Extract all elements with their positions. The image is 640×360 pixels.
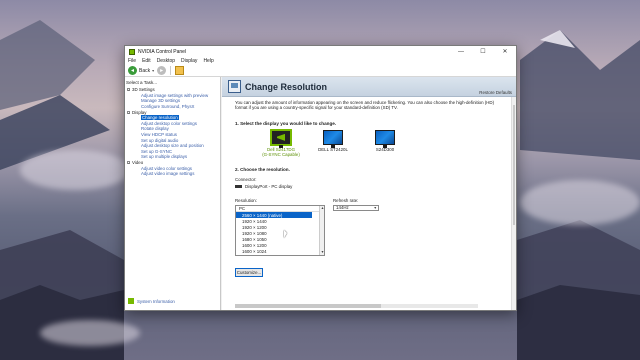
system-info-icon — [128, 298, 134, 304]
page-description: You can adjust the amount of information… — [235, 100, 495, 111]
collapse-icon[interactable]: − — [127, 161, 130, 165]
refresh-column: Refresh rate: 144Hz ▼ — [333, 198, 379, 256]
scroll-thumb[interactable] — [513, 105, 515, 225]
nvidia-logo-icon — [129, 48, 135, 55]
cloud — [520, 180, 640, 225]
page-title: Change Resolution — [245, 81, 328, 92]
maximize-button[interactable]: ☐ — [472, 46, 494, 57]
cloud — [20, 150, 130, 190]
displayport-icon — [235, 184, 242, 188]
page-content: You can adjust the amount of information… — [222, 97, 516, 310]
display-selector: Dell S2417DG (G-SYNC Capable) DELL ST242… — [235, 129, 510, 157]
scroll-thumb[interactable] — [235, 304, 381, 308]
mouse-cursor-icon — [284, 230, 287, 238]
display-option[interactable]: DELL ST2420L — [307, 129, 359, 157]
resolution-label: Resolution: — [235, 197, 257, 203]
vertical-scrollbar[interactable] — [511, 97, 516, 310]
connector-label: Connector: — [235, 176, 257, 182]
display-option[interactable]: Dell S2417DG (G-SYNC Capable) — [255, 129, 307, 157]
connector-info: DisplayPort - PC display — [235, 184, 510, 189]
menu-edit[interactable]: Edit — [142, 58, 151, 64]
customize-button[interactable]: Customize... — [235, 267, 263, 277]
display-option[interactable]: S24D300 — [359, 129, 411, 157]
tree-item[interactable]: Adjust video image settings — [127, 171, 220, 177]
system-information-link[interactable]: System Information — [128, 298, 175, 304]
monitor-icon — [375, 129, 395, 148]
scroll-up-icon[interactable]: ▲ — [320, 206, 324, 211]
nvidia-control-panel-window: NVIDIA Control Panel — ☐ ✕ File Edit Des… — [124, 45, 517, 311]
main-panel: Change Resolution Restore Defaults You c… — [222, 77, 516, 310]
monitor-resolution-icon — [228, 80, 241, 93]
menu-bar: File Edit Desktop Display Help — [125, 57, 516, 65]
resolution-column: Resolution: PC 2560 × 1440 (native) 1920… — [235, 198, 325, 256]
chevron-down-icon: ▼ — [373, 205, 377, 210]
task-tree: −3D Settings Adjust image settings with … — [125, 87, 220, 177]
close-button[interactable]: ✕ — [494, 46, 516, 57]
restore-defaults-link[interactable]: Restore Defaults — [479, 90, 512, 95]
forward-arrow-icon[interactable]: ▸ — [157, 66, 167, 75]
cloud — [40, 320, 140, 346]
step-1-heading: 1. Select the display you would like to … — [235, 120, 337, 126]
menu-desktop[interactable]: Desktop — [157, 58, 175, 64]
menu-help[interactable]: Help — [203, 58, 213, 64]
refresh-rate-label: Refresh rate: — [333, 197, 359, 203]
minimize-button[interactable]: — — [450, 46, 472, 57]
title-bar[interactable]: NVIDIA Control Panel — ☐ ✕ — [125, 46, 516, 57]
step-2-heading: 2. Choose the resolution. — [235, 166, 290, 172]
toolbar: ◂ Back ▾ ▸ — [125, 65, 516, 77]
display-sub: (G-SYNC Capable) — [262, 151, 300, 157]
refresh-rate-value: 144Hz — [336, 205, 349, 211]
toolbar-separator — [170, 66, 172, 75]
resolution-row: Resolution: PC 2560 × 1440 (native) 1920… — [235, 198, 510, 256]
menu-display[interactable]: Display — [181, 58, 197, 64]
resolution-option[interactable]: 1600 × 1024 — [236, 248, 324, 254]
horizontal-scrollbar[interactable] — [235, 304, 478, 308]
collapse-icon[interactable]: − — [127, 88, 130, 92]
collapse-icon[interactable]: − — [127, 110, 130, 114]
task-label: Select a Task... — [126, 80, 158, 85]
page-header: Change Resolution Restore Defaults — [222, 77, 516, 97]
scroll-down-icon[interactable]: ▼ — [320, 250, 324, 255]
task-sidebar: Select a Task... −3D Settings Adjust ima… — [125, 77, 221, 310]
monitor-icon — [323, 129, 343, 148]
connector-value: DisplayPort - PC display — [245, 183, 293, 189]
tree-item[interactable]: Adjust image settings with preview — [127, 93, 220, 99]
resolution-listbox[interactable]: PC 2560 × 1440 (native) 1920 × 1440 1920… — [235, 204, 325, 256]
back-arrow-icon[interactable]: ◂ — [128, 66, 137, 75]
home-icon[interactable] — [175, 66, 185, 75]
back-dropdown-icon[interactable]: ▾ — [152, 68, 154, 73]
window-title: NVIDIA Control Panel — [138, 48, 187, 55]
menu-file[interactable]: File — [128, 58, 136, 64]
monitor-icon — [271, 129, 291, 148]
listbox-scrollbar[interactable]: ▲ ▼ — [319, 205, 324, 255]
back-button-label[interactable]: Back — [139, 68, 150, 74]
refresh-rate-select[interactable]: 144Hz ▼ — [333, 204, 379, 211]
